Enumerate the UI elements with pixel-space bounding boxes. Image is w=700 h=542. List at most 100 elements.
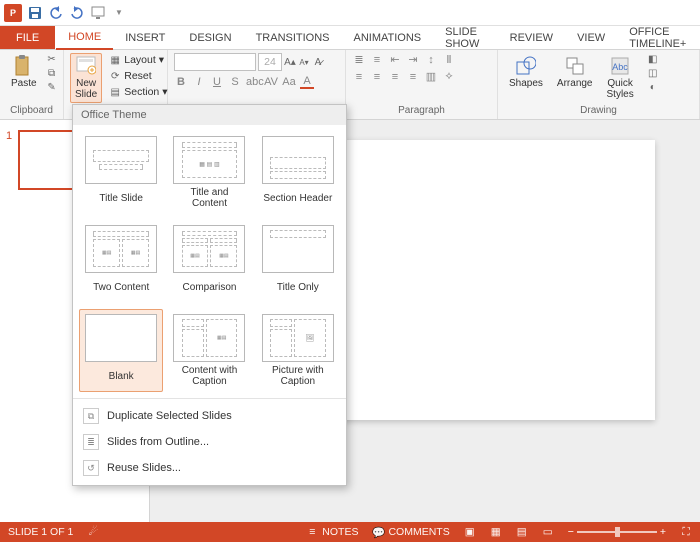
columns-icon[interactable]: ▥ [424, 70, 438, 83]
status-notes[interactable]: ≡NOTES [306, 526, 358, 538]
shapes-button[interactable]: Shapes [504, 53, 548, 92]
view-slideshow-icon[interactable]: ▭ [542, 526, 554, 538]
indent-dec-icon[interactable]: ⇤ [388, 53, 402, 66]
tab-animations[interactable]: ANIMATIONS [342, 26, 434, 49]
tab-insert[interactable]: INSERT [113, 26, 177, 49]
font-color-icon[interactable]: A [300, 75, 314, 89]
group-drawing: Shapes Arrange Abc Quick Styles ◧ ◫ ◐ Dr… [498, 50, 700, 119]
layout-thumb: ▦ ▤ ▥ [173, 136, 245, 184]
zoom-in-icon[interactable]: + [660, 526, 666, 538]
layout-title-and-content[interactable]: ▦ ▤ ▥ Title and Content [167, 131, 251, 214]
reset-button[interactable]: ⟳Reset [106, 69, 170, 83]
italic-icon[interactable]: I [192, 76, 206, 88]
layout-section-header[interactable]: Section Header [256, 131, 340, 214]
tab-slideshow[interactable]: SLIDE SHOW [433, 26, 498, 49]
tab-transitions[interactable]: TRANSITIONS [244, 26, 342, 49]
font-size-combo[interactable]: 24 [258, 53, 282, 71]
save-icon[interactable] [27, 5, 43, 21]
status-slide-count[interactable]: SLIDE 1 OF 1 [8, 526, 73, 538]
tab-review[interactable]: REVIEW [498, 26, 565, 49]
fit-to-window-icon[interactable]: ⛶ [680, 526, 692, 538]
status-bar: SLIDE 1 OF 1 ☄ ≡NOTES 💬COMMENTS ▣ ▦ ▤ ▭ … [0, 522, 700, 542]
layout-comparison[interactable]: ▦▤ ▦▤ Comparison [167, 220, 251, 303]
smartart-icon[interactable]: ⟡ [442, 70, 456, 83]
status-comments[interactable]: 💬COMMENTS [372, 526, 449, 538]
redo-icon[interactable] [69, 5, 85, 21]
layout-title-slide[interactable]: Title Slide [79, 131, 163, 214]
zoom-slider[interactable]: − + [568, 526, 666, 538]
layout-label: Content with Caption [172, 365, 246, 387]
slide-number: 1 [6, 130, 12, 190]
format-painter-icon[interactable]: ✎ [46, 81, 58, 93]
indent-inc-icon[interactable]: ⇥ [406, 53, 420, 66]
align-center-icon[interactable]: ≡ [370, 71, 384, 83]
start-from-beginning-icon[interactable] [90, 5, 106, 21]
reuse-icon: ↺ [83, 460, 99, 476]
line-spacing-icon[interactable]: ↕ [424, 54, 438, 66]
layout-thumb: ▦▤ ▦▤ [85, 225, 157, 273]
layout-label: Title Only [277, 276, 319, 298]
zoom-out-icon[interactable]: − [568, 526, 574, 538]
justify-icon[interactable]: ≡ [406, 71, 420, 83]
text-direction-icon[interactable]: Ⅱ [442, 53, 456, 66]
layout-two-content[interactable]: ▦▤ ▦▤ Two Content [79, 220, 163, 303]
font-name-combo[interactable] [174, 53, 256, 71]
tab-home[interactable]: HOME [56, 26, 113, 50]
menu-slides-from-outline[interactable]: ≣ Slides from Outline... [73, 429, 346, 455]
paste-button[interactable]: Paste [6, 53, 42, 92]
strike-icon[interactable]: S [228, 76, 242, 88]
section-button[interactable]: ▤Section ▾ [106, 85, 170, 99]
cut-icon[interactable]: ✂ [46, 53, 58, 65]
svg-text:Abc: Abc [612, 62, 628, 72]
tab-office-timeline[interactable]: OFFICE TIMELINE+ [617, 26, 700, 49]
align-left-icon[interactable]: ≡ [352, 71, 366, 83]
layout-label: Section Header [263, 187, 332, 209]
tab-view[interactable]: VIEW [565, 26, 617, 49]
layout-button[interactable]: ▦Layout ▾ [106, 53, 170, 67]
bullets-icon[interactable]: ≣ [352, 53, 366, 66]
menu-duplicate-slides[interactable]: ⧉ Duplicate Selected Slides [73, 403, 346, 429]
arrange-button[interactable]: Arrange [552, 53, 598, 92]
arrange-icon [565, 56, 585, 76]
group-paragraph: ≣ ≡ ⇤ ⇥ ↕ Ⅱ ≡ ≡ ≡ ≡ ▥ ⟡ Paragraph [346, 50, 498, 119]
notes-label: NOTES [322, 526, 358, 538]
layout-thumb [262, 225, 334, 273]
menu-label: Slides from Outline... [107, 436, 209, 448]
menu-reuse-slides[interactable]: ↺ Reuse Slides... [73, 455, 346, 481]
underline-icon[interactable]: U [210, 76, 224, 88]
case-icon[interactable]: Aa [282, 76, 296, 88]
shape-outline-icon[interactable]: ◫ [647, 67, 659, 79]
tab-file[interactable]: FILE [0, 26, 55, 49]
new-slide-button[interactable]: New Slide [70, 53, 102, 103]
new-slide-gallery: Office Theme Title Slide ▦ ▤ ▥ Title and… [72, 104, 347, 486]
shape-fill-icon[interactable]: ◧ [647, 53, 659, 65]
layout-content-with-caption[interactable]: ▦▤ Content with Caption [167, 309, 251, 392]
section-label: Section [124, 86, 159, 98]
shrink-font-icon[interactable]: A▾ [298, 56, 310, 68]
reset-icon: ⟳ [109, 70, 121, 82]
shadow-icon[interactable]: abc [246, 76, 260, 88]
undo-icon[interactable] [48, 5, 64, 21]
powerpoint-logo-icon: P [4, 4, 22, 22]
clear-format-icon[interactable]: A̷ [312, 56, 324, 68]
spacing-icon[interactable]: AV [264, 76, 278, 88]
tab-design[interactable]: DESIGN [177, 26, 243, 49]
title-bar: P ▼ [0, 0, 700, 26]
quick-styles-button[interactable]: Abc Quick Styles [602, 53, 639, 103]
layout-blank[interactable]: Blank [79, 309, 163, 392]
grow-font-icon[interactable]: A▴ [284, 56, 296, 68]
view-normal-icon[interactable]: ▣ [464, 526, 476, 538]
gallery-header: Office Theme [73, 105, 346, 125]
view-sorter-icon[interactable]: ▦ [490, 526, 502, 538]
view-reading-icon[interactable]: ▤ [516, 526, 528, 538]
bold-icon[interactable]: B [174, 76, 188, 88]
customize-qat-icon[interactable]: ▼ [111, 5, 127, 21]
align-right-icon[interactable]: ≡ [388, 71, 402, 83]
group-label-drawing: Drawing [504, 105, 693, 118]
layout-picture-with-caption[interactable]: 🖼 Picture with Caption [256, 309, 340, 392]
shape-effects-icon[interactable]: ◐ [647, 81, 659, 93]
status-lang-icon[interactable]: ☄ [87, 526, 99, 538]
numbering-icon[interactable]: ≡ [370, 54, 384, 66]
copy-icon[interactable]: ⧉ [46, 67, 58, 79]
layout-title-only[interactable]: Title Only [256, 220, 340, 303]
